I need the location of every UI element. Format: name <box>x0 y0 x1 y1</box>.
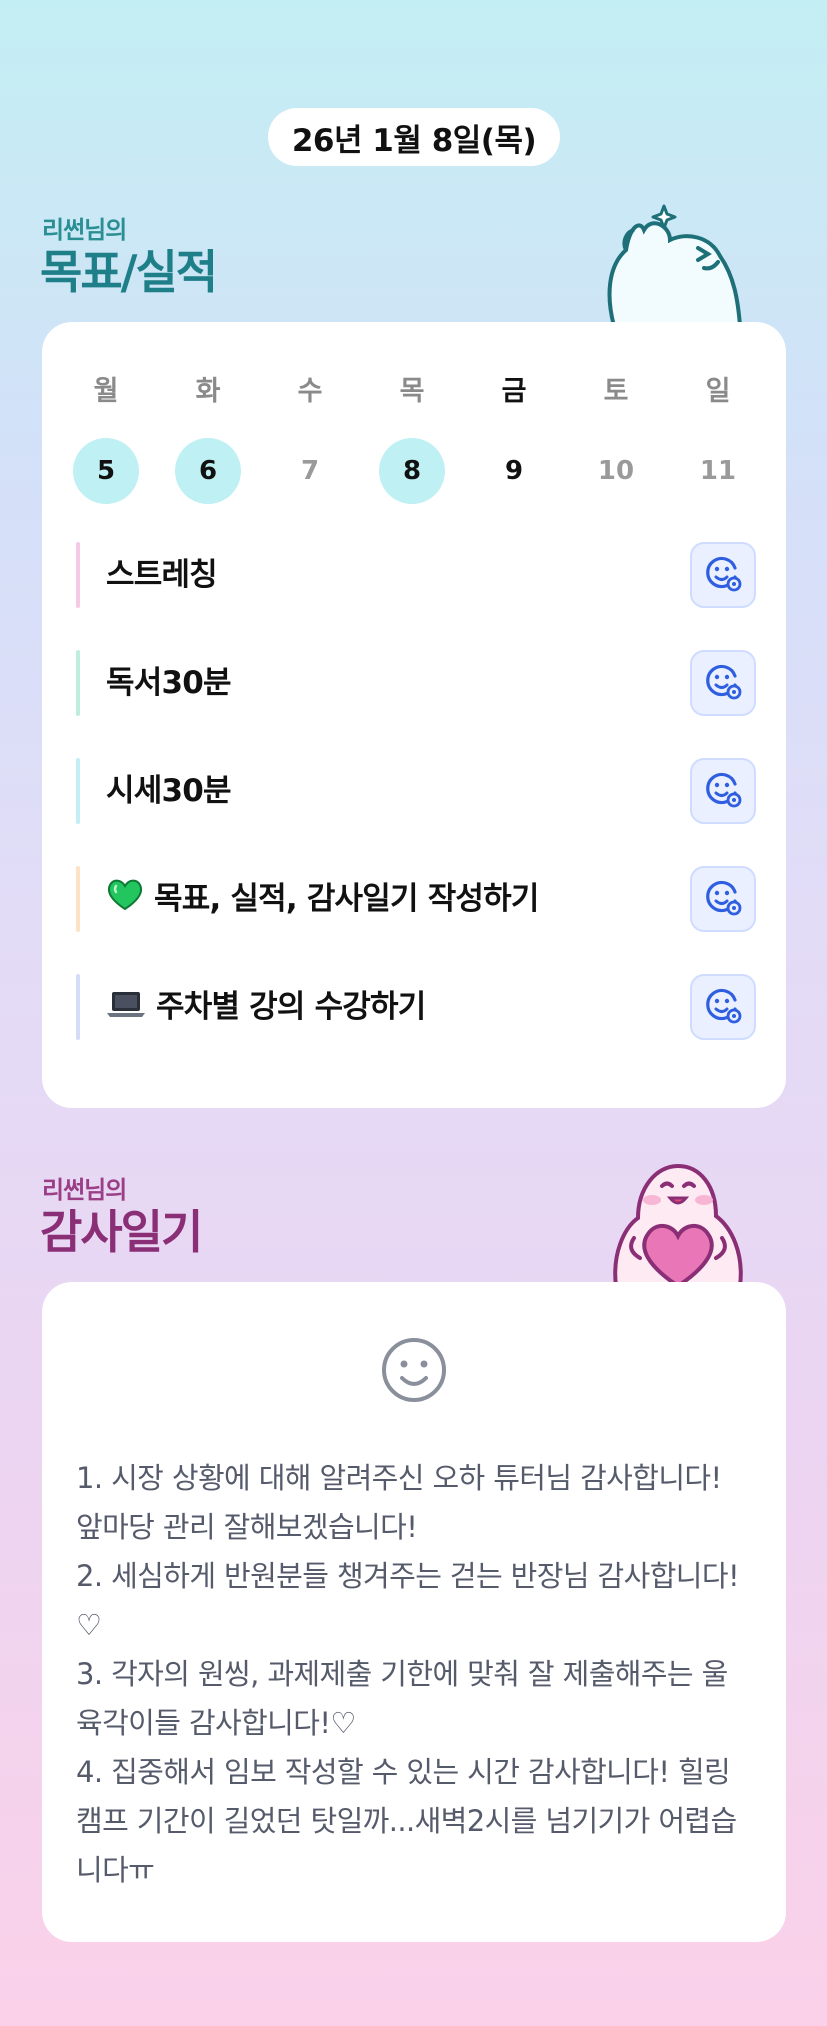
smiley-settings-icon <box>703 661 743 705</box>
day-number[interactable]: 5 <box>73 438 139 504</box>
smiley-settings-icon <box>703 553 743 597</box>
goal-color-bar <box>76 866 80 932</box>
goal-color-bar <box>76 758 80 824</box>
laptop-icon <box>106 976 146 1042</box>
goal-label: 시세30분 <box>106 773 232 809</box>
goal-color-bar <box>76 974 80 1040</box>
day-of-week-label: 월 <box>93 376 119 407</box>
goals-section-title: 목표/실적 <box>40 245 218 299</box>
smiley-icon <box>382 1338 446 1402</box>
ghost-mascot-illustration <box>607 204 743 326</box>
day-of-week-label: 금 <box>501 376 527 407</box>
goal-item[interactable]: 독서30분 <box>76 650 756 716</box>
day-of-week-label: 화 <box>195 376 221 407</box>
goal-reaction-button[interactable] <box>690 866 756 932</box>
goal-item[interactable]: 스트레칭 <box>76 542 756 608</box>
day-column[interactable]: 일 11 <box>684 372 752 504</box>
date-pill: 26년 1월 8일(목) <box>268 108 560 166</box>
gratitude-section-title: 감사일기 <box>40 1205 203 1259</box>
goal-label: 스트레칭 <box>106 557 218 593</box>
goal-item[interactable]: 주차별 강의 수강하기 <box>76 974 756 1040</box>
day-of-week-label: 토 <box>603 376 629 407</box>
day-column[interactable]: 토 10 <box>582 372 650 504</box>
goal-label: 독서30분 <box>106 665 232 701</box>
day-number[interactable]: 7 <box>277 438 343 504</box>
goal-item[interactable]: 목표, 실적, 감사일기 작성하기 <box>76 866 756 932</box>
gratitude-card: 1. 시장 상황에 대해 알려주신 오하 튜터님 감사합니다! 앞마당 관리 잘… <box>42 1282 786 1942</box>
goal-text: 시세30분 <box>106 758 232 824</box>
smiley-settings-icon <box>703 877 743 921</box>
heart-ghost-mascot-illustration <box>613 1163 743 1286</box>
day-column[interactable]: 월5 <box>72 372 140 504</box>
day-number[interactable]: 6 <box>175 438 241 504</box>
goal-text: 목표, 실적, 감사일기 작성하기 <box>106 866 539 932</box>
goal-color-bar <box>76 542 80 608</box>
date-label: 26년 1월 8일(목) <box>291 122 537 159</box>
day-column[interactable]: 수7 <box>276 372 344 504</box>
day-column[interactable]: 목8 <box>378 372 446 504</box>
goal-color-bar <box>76 650 80 716</box>
day-number[interactable]: 11 <box>685 438 751 504</box>
day-of-week-label: 목 <box>399 376 425 407</box>
day-number[interactable]: 8 <box>379 438 445 504</box>
goal-text: 스트레칭 <box>106 542 218 608</box>
goal-item[interactable]: 시세30분 <box>76 758 756 824</box>
green-heart-icon <box>106 868 144 934</box>
day-column[interactable]: 금9 <box>480 372 548 504</box>
goal-text: 주차별 강의 수강하기 <box>106 974 426 1042</box>
gratitude-diary-text: 1. 시장 상황에 대해 알려주신 오하 튜터님 감사합니다! 앞마당 관리 잘… <box>76 1461 740 1887</box>
goal-reaction-button[interactable] <box>690 650 756 716</box>
day-column[interactable]: 화6 <box>174 372 242 504</box>
day-of-week-label: 일 <box>705 376 731 407</box>
goal-reaction-button[interactable] <box>690 758 756 824</box>
smiley-settings-icon <box>703 769 743 813</box>
day-number[interactable]: 9 <box>481 438 547 504</box>
goal-reaction-button[interactable] <box>690 542 756 608</box>
day-number[interactable]: 10 <box>583 438 649 504</box>
day-of-week-label: 수 <box>297 376 323 407</box>
smiley-settings-icon <box>703 985 743 1029</box>
goals-card: 월 5 화 6 수 7 목 8 금 9 토 10 일 11 스트레칭 독서30분 시세30분 목표, 실적, 감… <box>42 322 786 1108</box>
goal-label: 목표, 실적, 감사일기 작성하기 <box>154 881 539 917</box>
goal-text: 독서30분 <box>106 650 232 716</box>
goal-label: 주차별 강의 수강하기 <box>156 989 426 1025</box>
goal-reaction-button[interactable] <box>690 974 756 1040</box>
